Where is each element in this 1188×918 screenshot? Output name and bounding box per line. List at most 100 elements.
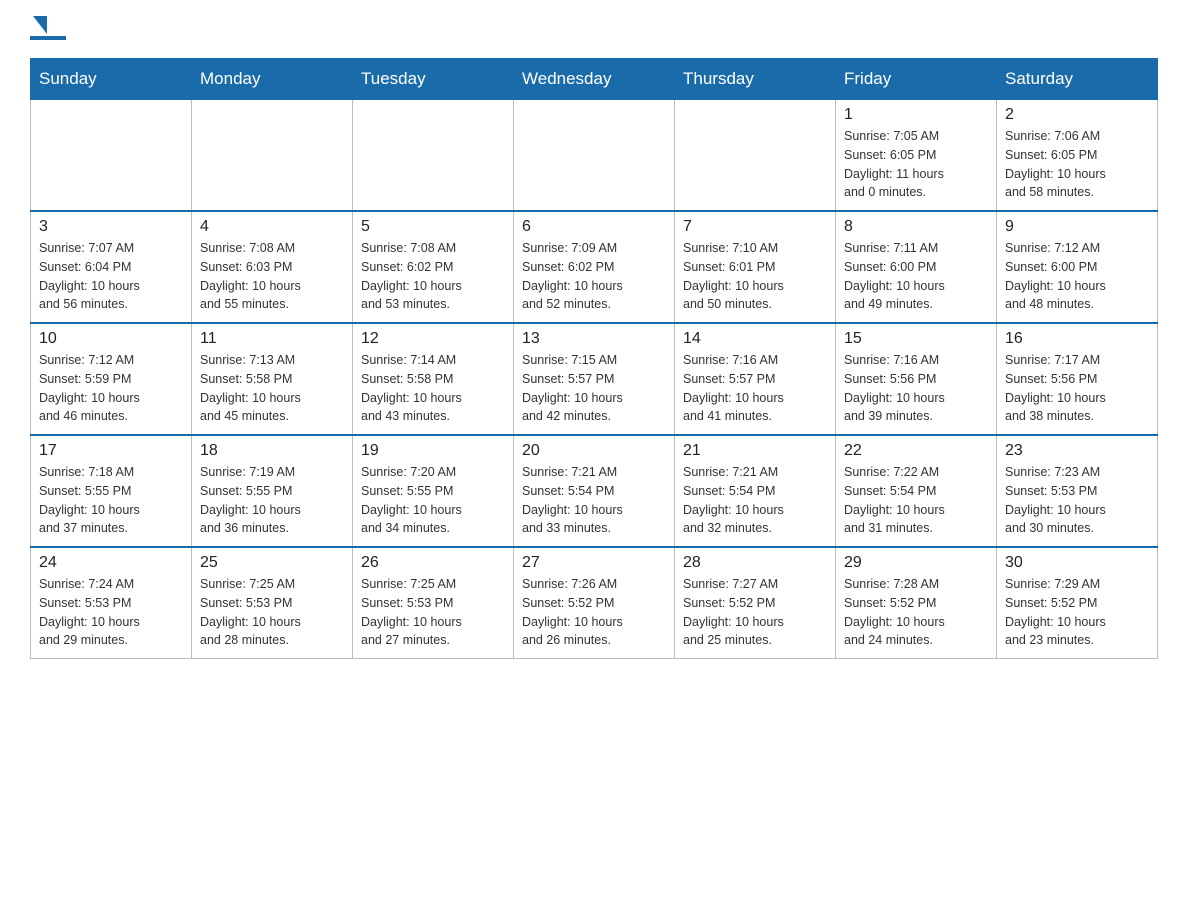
calendar-day-cell (353, 100, 514, 212)
day-info: Sunrise: 7:19 AM Sunset: 5:55 PM Dayligh… (200, 463, 344, 538)
day-info: Sunrise: 7:27 AM Sunset: 5:52 PM Dayligh… (683, 575, 827, 650)
day-info: Sunrise: 7:12 AM Sunset: 5:59 PM Dayligh… (39, 351, 183, 426)
calendar-day-cell: 2 Sunrise: 7:06 AM Sunset: 6:05 PM Daylig… (997, 100, 1158, 212)
day-number: 23 (1005, 442, 1149, 460)
calendar-day-cell: 11 Sunrise: 7:13 AM Sunset: 5:58 PM Dayli… (192, 323, 353, 435)
day-number: 8 (844, 218, 988, 236)
calendar-day-cell: 10Sunrise: 7:12 AM Sunset: 5:59 PM Dayli… (31, 323, 192, 435)
day-info: Sunrise: 7:09 AM Sunset: 6:02 PM Dayligh… (522, 239, 666, 314)
day-number: 22 (844, 442, 988, 460)
calendar-day-cell: 13 Sunrise: 7:15 AM Sunset: 5:57 PM Dayli… (514, 323, 675, 435)
calendar-day-cell: 22Sunrise: 7:22 AM Sunset: 5:54 PM Dayli… (836, 435, 997, 547)
column-header-thursday: Thursday (675, 59, 836, 100)
day-number: 18 (200, 442, 344, 460)
day-info: Sunrise: 7:13 AM Sunset: 5:58 PM Dayligh… (200, 351, 344, 426)
day-number: 29 (844, 554, 988, 572)
day-number: 4 (200, 218, 344, 236)
calendar-day-cell: 25 Sunrise: 7:25 AM Sunset: 5:53 PM Dayli… (192, 547, 353, 659)
calendar-day-cell (675, 100, 836, 212)
day-number: 6 (522, 218, 666, 236)
calendar-day-cell: 26 Sunrise: 7:25 AM Sunset: 5:53 PM Dayli… (353, 547, 514, 659)
column-header-wednesday: Wednesday (514, 59, 675, 100)
calendar-day-cell (192, 100, 353, 212)
calendar-table: SundayMondayTuesdayWednesdayThursdayFrid… (30, 58, 1158, 659)
day-number: 30 (1005, 554, 1149, 572)
calendar-week-row: 1 Sunrise: 7:05 AM Sunset: 6:05 PM Daylig… (31, 100, 1158, 212)
calendar-day-cell (514, 100, 675, 212)
day-info: Sunrise: 7:25 AM Sunset: 5:53 PM Dayligh… (361, 575, 505, 650)
day-number: 5 (361, 218, 505, 236)
column-header-sunday: Sunday (31, 59, 192, 100)
calendar-day-cell: 18 Sunrise: 7:19 AM Sunset: 5:55 PM Dayli… (192, 435, 353, 547)
day-number: 28 (683, 554, 827, 572)
day-info: Sunrise: 7:17 AM Sunset: 5:56 PM Dayligh… (1005, 351, 1149, 426)
day-number: 27 (522, 554, 666, 572)
calendar-day-cell: 4 Sunrise: 7:08 AM Sunset: 6:03 PM Daylig… (192, 211, 353, 323)
day-info: Sunrise: 7:21 AM Sunset: 5:54 PM Dayligh… (683, 463, 827, 538)
day-number: 9 (1005, 218, 1149, 236)
column-header-tuesday: Tuesday (353, 59, 514, 100)
day-info: Sunrise: 7:21 AM Sunset: 5:54 PM Dayligh… (522, 463, 666, 538)
calendar-day-cell: 16 Sunrise: 7:17 AM Sunset: 5:56 PM Dayli… (997, 323, 1158, 435)
calendar-day-cell: 14Sunrise: 7:16 AM Sunset: 5:57 PM Dayli… (675, 323, 836, 435)
day-number: 3 (39, 218, 183, 236)
day-info: Sunrise: 7:05 AM Sunset: 6:05 PM Dayligh… (844, 127, 988, 202)
column-header-monday: Monday (192, 59, 353, 100)
calendar-week-row: 3 Sunrise: 7:07 AM Sunset: 6:04 PM Daylig… (31, 211, 1158, 323)
day-info: Sunrise: 7:20 AM Sunset: 5:55 PM Dayligh… (361, 463, 505, 538)
calendar-day-cell: 20 Sunrise: 7:21 AM Sunset: 5:54 PM Dayli… (514, 435, 675, 547)
day-number: 2 (1005, 106, 1149, 124)
calendar-week-row: 17Sunrise: 7:18 AM Sunset: 5:55 PM Dayli… (31, 435, 1158, 547)
day-info: Sunrise: 7:15 AM Sunset: 5:57 PM Dayligh… (522, 351, 666, 426)
calendar-day-cell: 24 Sunrise: 7:24 AM Sunset: 5:53 PM Dayli… (31, 547, 192, 659)
calendar-day-cell: 19 Sunrise: 7:20 AM Sunset: 5:55 PM Dayli… (353, 435, 514, 547)
logo-arrow-icon (33, 16, 47, 34)
day-number: 11 (200, 330, 344, 348)
day-number: 17 (39, 442, 183, 460)
calendar-day-cell: 7 Sunrise: 7:10 AM Sunset: 6:01 PM Daylig… (675, 211, 836, 323)
day-info: Sunrise: 7:07 AM Sunset: 6:04 PM Dayligh… (39, 239, 183, 314)
calendar-day-cell: 12Sunrise: 7:14 AM Sunset: 5:58 PM Dayli… (353, 323, 514, 435)
day-info: Sunrise: 7:06 AM Sunset: 6:05 PM Dayligh… (1005, 127, 1149, 202)
calendar-day-cell: 9 Sunrise: 7:12 AM Sunset: 6:00 PM Daylig… (997, 211, 1158, 323)
calendar-day-cell: 29 Sunrise: 7:28 AM Sunset: 5:52 PM Dayli… (836, 547, 997, 659)
day-number: 14 (683, 330, 827, 348)
calendar-week-row: 10Sunrise: 7:12 AM Sunset: 5:59 PM Dayli… (31, 323, 1158, 435)
day-info: Sunrise: 7:24 AM Sunset: 5:53 PM Dayligh… (39, 575, 183, 650)
day-number: 20 (522, 442, 666, 460)
calendar-week-row: 24 Sunrise: 7:24 AM Sunset: 5:53 PM Dayli… (31, 547, 1158, 659)
day-number: 19 (361, 442, 505, 460)
calendar-day-cell: 23Sunrise: 7:23 AM Sunset: 5:53 PM Dayli… (997, 435, 1158, 547)
day-info: Sunrise: 7:28 AM Sunset: 5:52 PM Dayligh… (844, 575, 988, 650)
day-info: Sunrise: 7:08 AM Sunset: 6:03 PM Dayligh… (200, 239, 344, 314)
day-info: Sunrise: 7:10 AM Sunset: 6:01 PM Dayligh… (683, 239, 827, 314)
calendar-day-cell: 17Sunrise: 7:18 AM Sunset: 5:55 PM Dayli… (31, 435, 192, 547)
day-info: Sunrise: 7:26 AM Sunset: 5:52 PM Dayligh… (522, 575, 666, 650)
day-number: 7 (683, 218, 827, 236)
calendar-day-cell: 30 Sunrise: 7:29 AM Sunset: 5:52 PM Dayli… (997, 547, 1158, 659)
calendar-day-cell (31, 100, 192, 212)
calendar-day-cell: 27 Sunrise: 7:26 AM Sunset: 5:52 PM Dayli… (514, 547, 675, 659)
day-number: 21 (683, 442, 827, 460)
day-info: Sunrise: 7:25 AM Sunset: 5:53 PM Dayligh… (200, 575, 344, 650)
day-info: Sunrise: 7:08 AM Sunset: 6:02 PM Dayligh… (361, 239, 505, 314)
day-number: 15 (844, 330, 988, 348)
day-info: Sunrise: 7:29 AM Sunset: 5:52 PM Dayligh… (1005, 575, 1149, 650)
day-number: 1 (844, 106, 988, 124)
day-number: 12 (361, 330, 505, 348)
calendar-day-cell: 8 Sunrise: 7:11 AM Sunset: 6:00 PM Daylig… (836, 211, 997, 323)
logo-line (30, 36, 66, 40)
logo-text (30, 20, 47, 34)
day-number: 26 (361, 554, 505, 572)
calendar-day-cell: 3 Sunrise: 7:07 AM Sunset: 6:04 PM Daylig… (31, 211, 192, 323)
calendar-day-cell: 5 Sunrise: 7:08 AM Sunset: 6:02 PM Daylig… (353, 211, 514, 323)
day-number: 25 (200, 554, 344, 572)
day-number: 13 (522, 330, 666, 348)
calendar-day-cell: 1 Sunrise: 7:05 AM Sunset: 6:05 PM Daylig… (836, 100, 997, 212)
day-info: Sunrise: 7:11 AM Sunset: 6:00 PM Dayligh… (844, 239, 988, 314)
day-number: 16 (1005, 330, 1149, 348)
day-number: 24 (39, 554, 183, 572)
calendar-header-row: SundayMondayTuesdayWednesdayThursdayFrid… (31, 59, 1158, 100)
calendar-day-cell: 6 Sunrise: 7:09 AM Sunset: 6:02 PM Daylig… (514, 211, 675, 323)
day-info: Sunrise: 7:12 AM Sunset: 6:00 PM Dayligh… (1005, 239, 1149, 314)
